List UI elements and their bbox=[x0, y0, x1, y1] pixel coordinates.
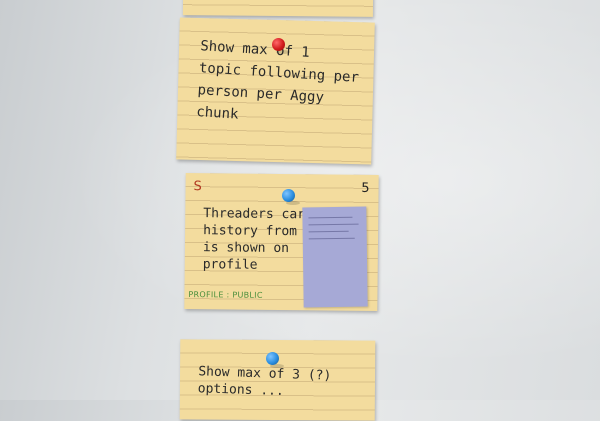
purple-sticky-note bbox=[302, 206, 368, 308]
red-pushpin-icon bbox=[272, 38, 285, 51]
card-2-corner-label: S bbox=[193, 179, 202, 195]
sticky-scribble-line bbox=[308, 216, 353, 219]
card-2-tag: PROFILE : PUBLIC bbox=[188, 290, 263, 300]
blue-pushpin-icon bbox=[282, 189, 295, 202]
story-card-top-edge bbox=[182, 0, 374, 17]
card-3-text: Show max of 3 (?) options ... bbox=[197, 363, 368, 403]
sticky-scribble-line bbox=[308, 237, 355, 240]
card-2-estimate: 5 bbox=[361, 180, 370, 196]
story-card-3: Show max of 3 (?) options ... bbox=[179, 339, 376, 421]
blue-pushpin-icon bbox=[266, 352, 279, 365]
sticky-scribble-line bbox=[308, 230, 349, 233]
sticky-scribble-line bbox=[308, 223, 359, 226]
